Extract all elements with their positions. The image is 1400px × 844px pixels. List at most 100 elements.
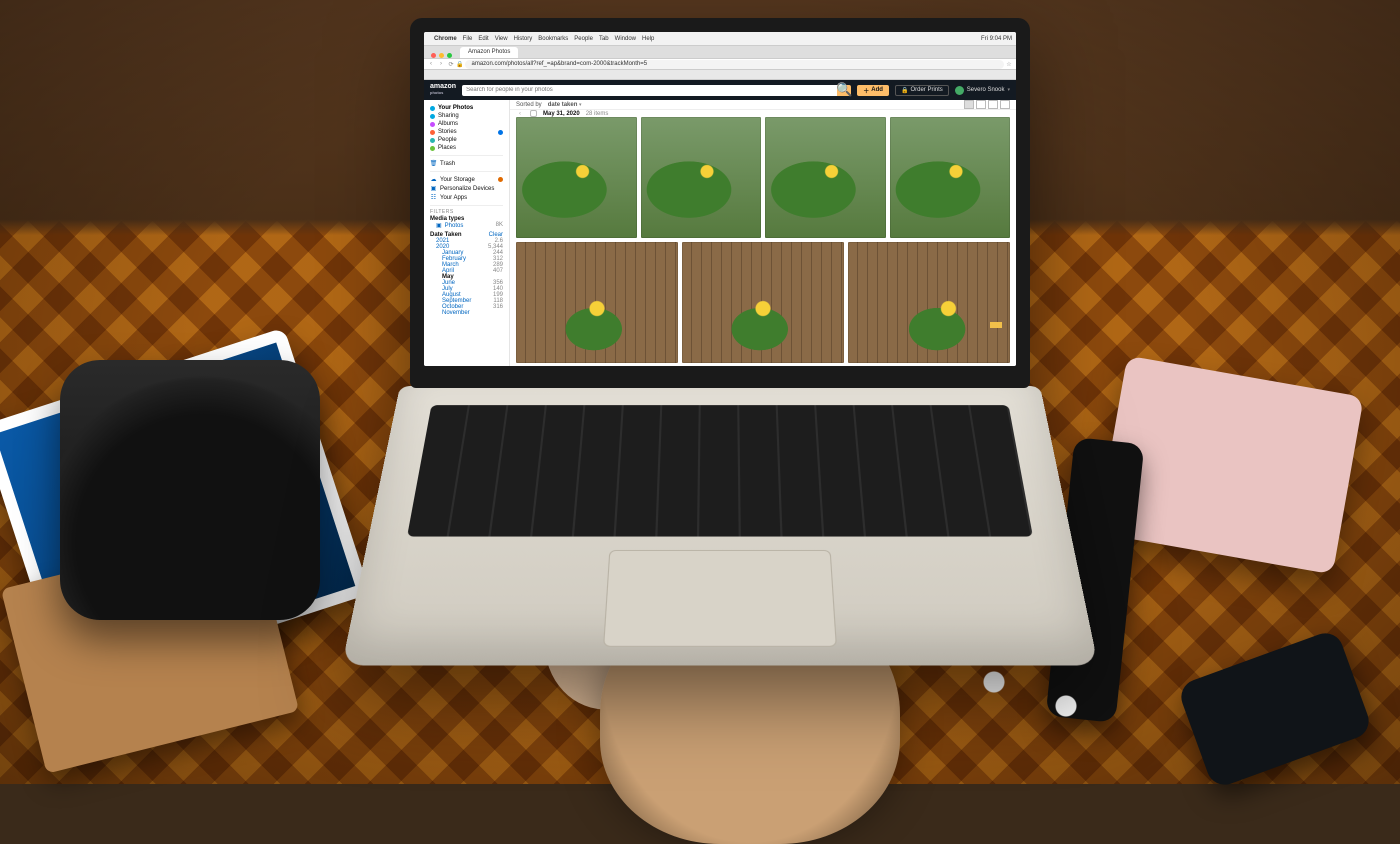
photo-thumbnail[interactable] <box>516 242 678 364</box>
menu-help[interactable]: Help <box>642 36 654 42</box>
sidebar-item-people[interactable]: People <box>430 136 503 144</box>
address-input[interactable]: amazon.com/photos/all?ref_=ap&brand=com-… <box>465 60 1004 69</box>
content-toolbar: Sorted by date taken ▾ <box>510 100 1016 110</box>
sidebar-item-your-photos[interactable]: Your Photos <box>430 104 503 112</box>
photo-thumbnail[interactable] <box>765 117 886 238</box>
devices-icon: ▣ <box>430 185 437 192</box>
bookmarks-bar <box>424 70 1016 80</box>
divider <box>430 155 503 156</box>
sidebar-item-label: Places <box>438 145 456 151</box>
category-color-icon <box>430 114 435 119</box>
sidebar-item-stories[interactable]: Stories <box>430 128 503 136</box>
app: amazon photos 🔍 ＋ Add 🔒 <box>424 80 1016 366</box>
date-label: May 31, 2020 <box>543 111 580 117</box>
sidebar-item-sharing[interactable]: Sharing <box>430 112 503 120</box>
category-color-icon <box>430 138 435 143</box>
sort-menu[interactable]: date taken ▾ <box>548 102 582 108</box>
add-button[interactable]: ＋ Add <box>857 85 889 96</box>
menu-history[interactable]: History <box>514 36 533 42</box>
laptop-base <box>342 386 1098 665</box>
sidebar-item-label: Sharing <box>438 113 459 119</box>
sidebar-item-label: Your Apps <box>440 195 467 201</box>
menu-edit[interactable]: Edit <box>478 36 488 42</box>
divider <box>430 205 503 206</box>
chevron-down-icon: ▾ <box>579 102 582 108</box>
photo-thumbnail[interactable] <box>682 242 844 364</box>
search-button[interactable]: 🔍 <box>837 85 851 96</box>
divider <box>430 171 503 172</box>
view-switcher <box>964 100 1010 109</box>
view-list-icon[interactable] <box>1000 100 1010 109</box>
category-color-icon <box>430 106 435 111</box>
photo-thumbnail[interactable] <box>848 242 1010 364</box>
order-prints-button[interactable]: 🔒 Order Prints <box>895 85 949 96</box>
brand-logo[interactable]: amazon photos <box>430 84 456 96</box>
nav-forward-icon[interactable]: › <box>436 61 446 67</box>
category-color-icon <box>430 146 435 151</box>
filters-heading: FILTERS <box>430 209 503 215</box>
trash-icon: 🗑 <box>430 160 437 167</box>
nav-back-icon[interactable]: ‹ <box>426 61 436 67</box>
chevron-down-icon: ▾ <box>1007 87 1010 93</box>
new-badge-icon <box>498 130 503 135</box>
browser-tab[interactable]: Amazon Photos <box>460 47 518 58</box>
sidebar-item-places[interactable]: Places <box>430 144 503 152</box>
filter-label: Photos <box>445 223 464 229</box>
app-header: amazon photos 🔍 ＋ Add 🔒 <box>424 80 1016 100</box>
plus-icon: ＋ <box>863 86 869 95</box>
sidebar-item-storage[interactable]: ☁ Your Storage <box>430 175 503 184</box>
macos-menubar: Chrome File Edit View History Bookmarks … <box>424 32 1016 46</box>
tabstrip: Amazon Photos <box>424 46 1016 58</box>
photo-thumbnail[interactable] <box>641 117 762 238</box>
date-prev-icon[interactable]: ‹ <box>516 111 524 117</box>
sidebar-item-label: Your Photos <box>438 105 473 111</box>
view-grid-small-icon[interactable] <box>988 100 998 109</box>
window-minimize-icon[interactable] <box>439 53 444 58</box>
select-all-checkbox[interactable] <box>530 110 537 117</box>
app-menu[interactable]: Chrome <box>434 36 457 42</box>
filter-label: November <box>442 310 470 316</box>
date-header: ‹ May 31, 2020 28 items <box>510 110 1016 117</box>
sidebar-item-label: Your Storage <box>440 177 475 183</box>
laptop-trackpad <box>603 550 837 647</box>
account-name: Severo Snook <box>967 87 1005 93</box>
laptop-lid: Chrome File Edit View History Bookmarks … <box>410 18 1030 388</box>
add-label: Add <box>871 87 883 93</box>
menu-view[interactable]: View <box>495 36 508 42</box>
menu-people[interactable]: People <box>574 36 593 42</box>
date-count: 28 items <box>586 111 609 117</box>
sidebar-item-albums[interactable]: Albums <box>430 120 503 128</box>
app-body: Your Photos SharingAlbumsStoriesPeoplePla… <box>424 100 1016 366</box>
sort-value: date taken <box>548 102 578 108</box>
photo-thumbnail[interactable] <box>516 117 637 238</box>
sidebar-item-apps[interactable]: ☷ Your Apps <box>430 193 503 202</box>
menu-bookmarks[interactable]: Bookmarks <box>538 36 568 42</box>
filter-month-november[interactable]: November <box>430 310 503 316</box>
nav-reload-icon[interactable]: ⟳ <box>446 61 456 68</box>
sidebar-item-trash[interactable]: 🗑 Trash <box>430 159 503 168</box>
cloud-icon: ☁ <box>430 176 437 183</box>
filter-media-photos[interactable]: ▣ Photos 8K <box>430 222 503 229</box>
account-menu[interactable]: Severo Snook ▾ <box>955 86 1010 95</box>
filter-count: 316 <box>493 304 503 310</box>
brand-bottom: photos <box>430 90 456 96</box>
photo-thumbnail[interactable] <box>890 117 1011 238</box>
lock-icon: 🔒 <box>456 61 463 68</box>
menu-tab[interactable]: Tab <box>599 36 609 42</box>
star-icon[interactable]: ☆ <box>1004 61 1014 68</box>
photo-icon: ▣ <box>436 222 442 229</box>
sidebar: Your Photos SharingAlbumsStoriesPeoplePla… <box>424 100 510 366</box>
view-grid-medium-icon[interactable] <box>976 100 986 109</box>
sidebar-item-personalize[interactable]: ▣ Personalize Devices <box>430 184 503 193</box>
view-grid-large-icon[interactable] <box>964 100 974 109</box>
search-input[interactable] <box>462 85 837 96</box>
menu-file[interactable]: File <box>463 36 473 42</box>
menu-window[interactable]: Window <box>615 36 636 42</box>
urlbar: ‹ › ⟳ 🔒 amazon.com/photos/all?ref_=ap&br… <box>424 58 1016 70</box>
window-maximize-icon[interactable] <box>447 53 452 58</box>
browser-chrome: Amazon Photos ‹ › ⟳ 🔒 amazon.com/photos/… <box>424 46 1016 80</box>
filter-count: 407 <box>493 268 503 274</box>
window-close-icon[interactable] <box>431 53 436 58</box>
avatar <box>955 86 964 95</box>
photo-grid[interactable] <box>510 117 1016 366</box>
